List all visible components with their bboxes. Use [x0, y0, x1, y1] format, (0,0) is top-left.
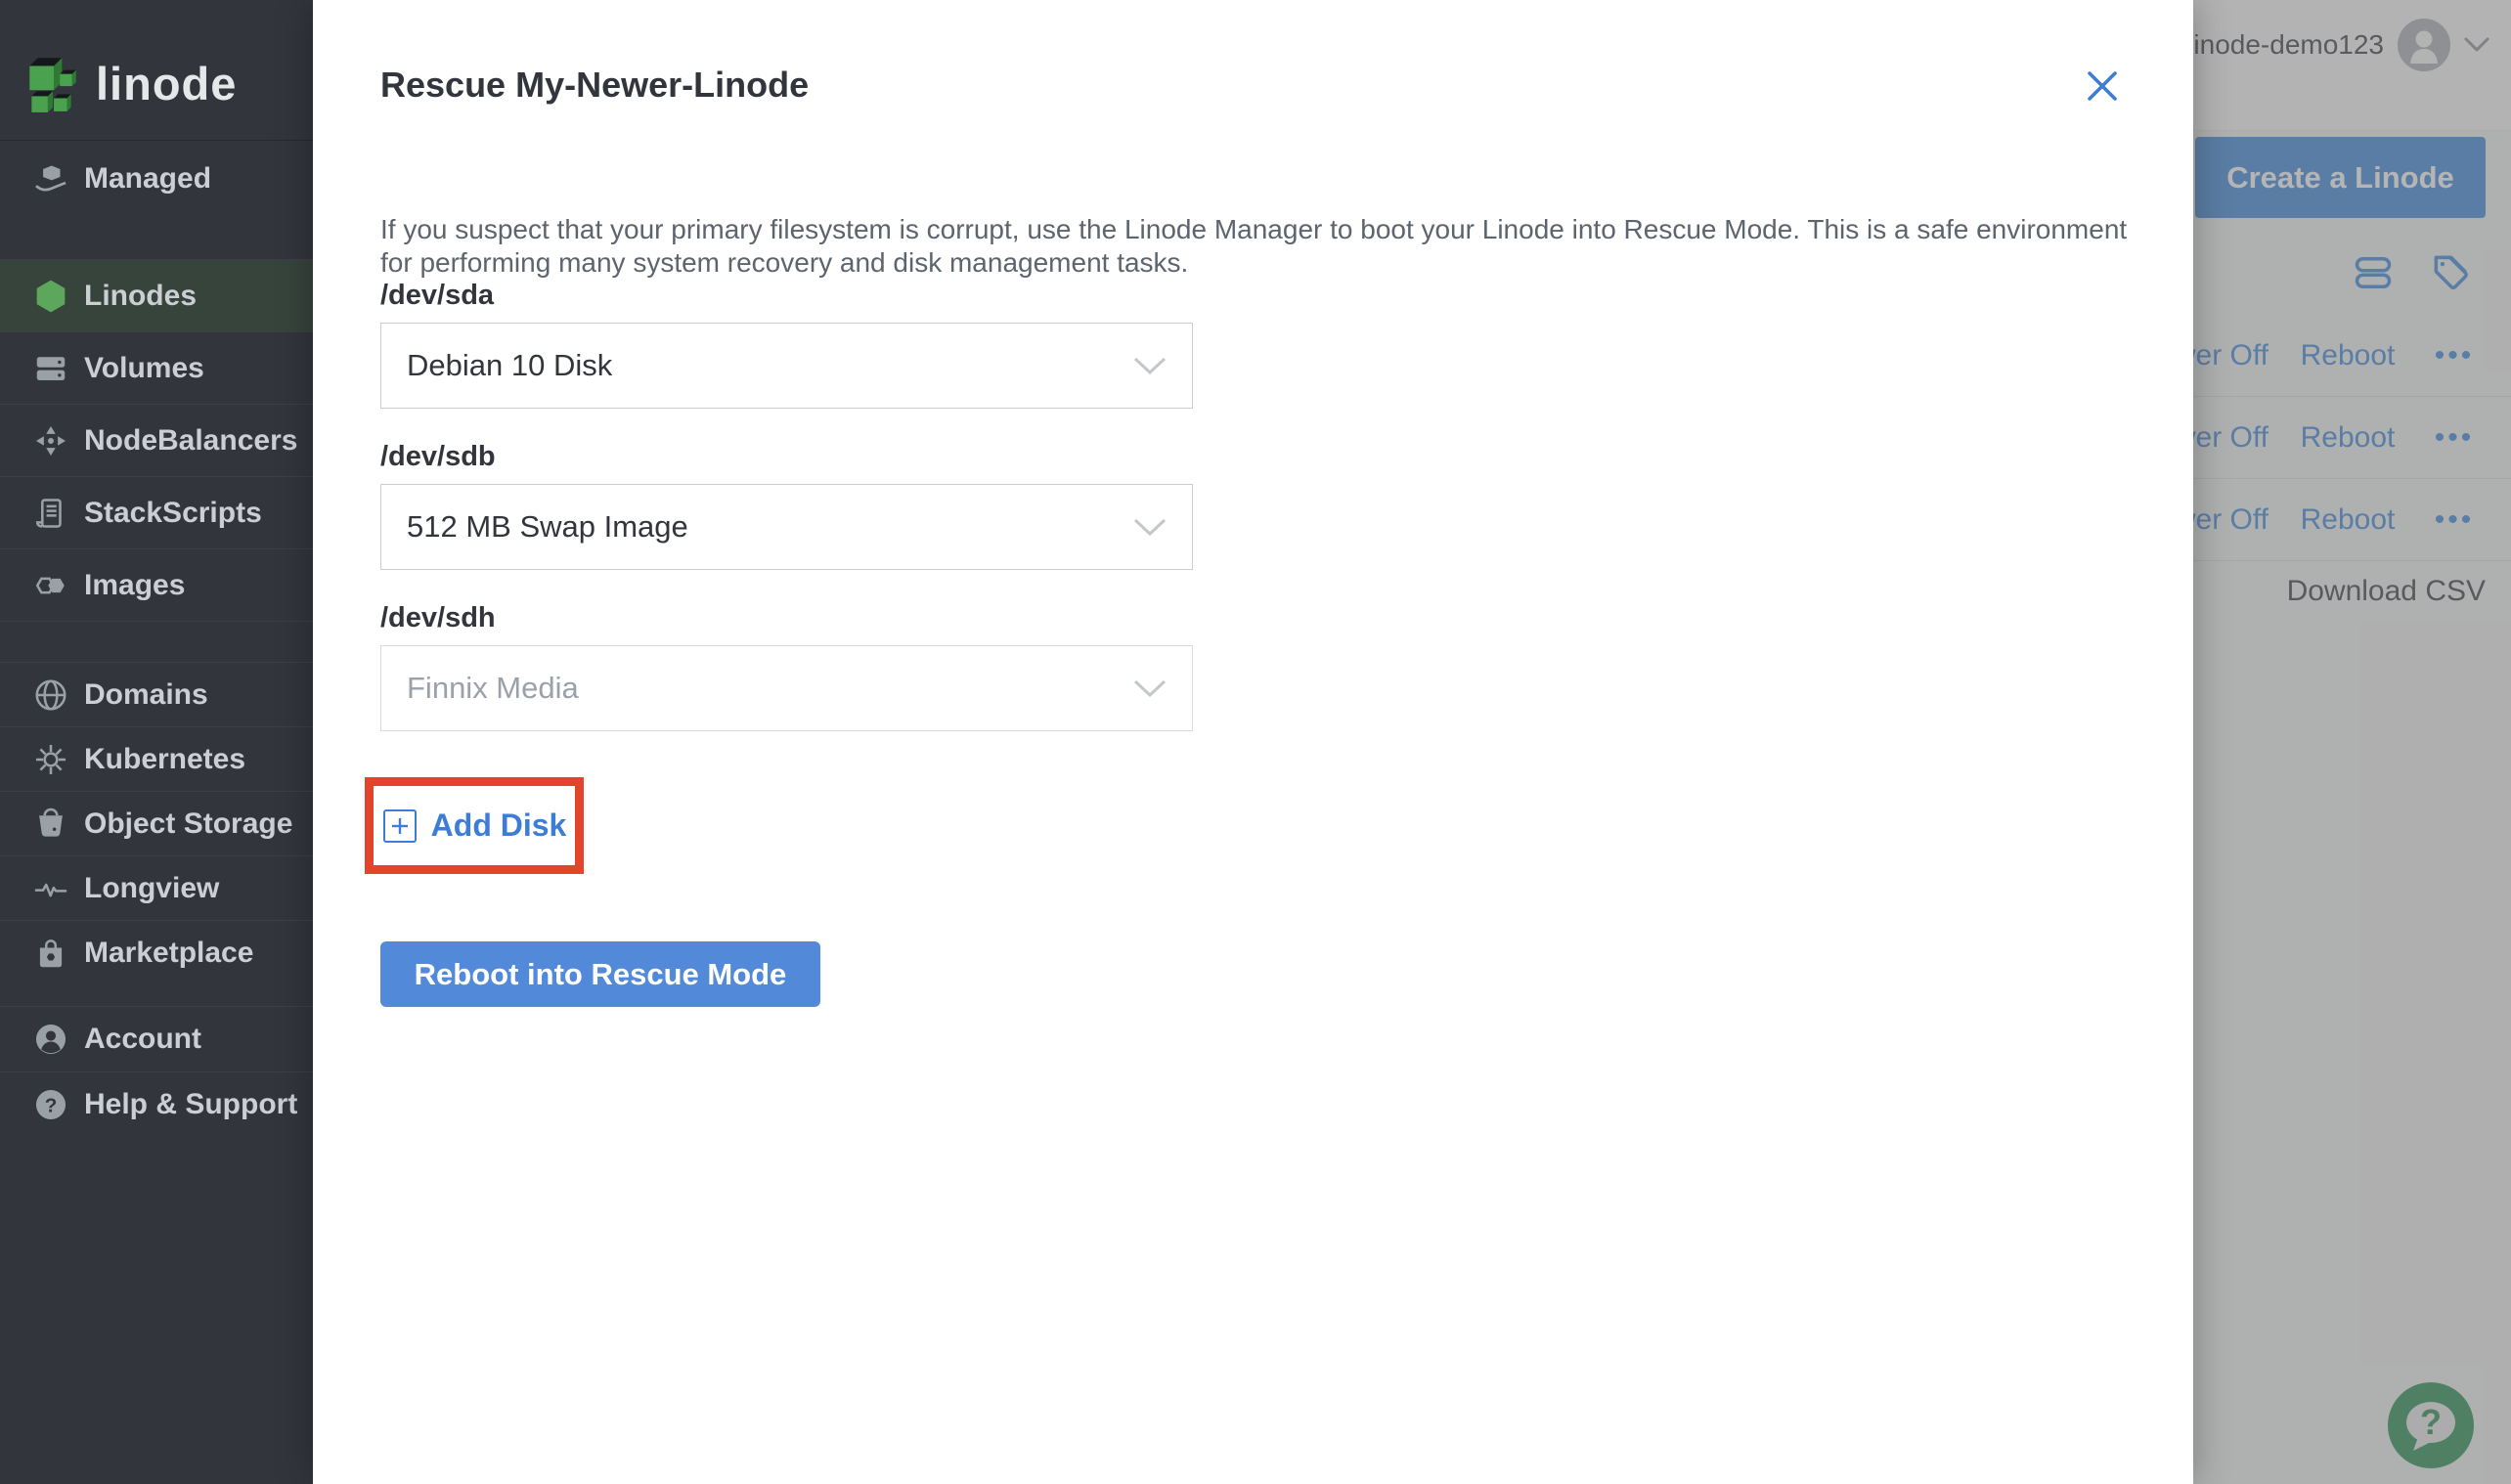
sidebar-item-nodebalancers[interactable]: NodeBalancers [0, 404, 313, 476]
longview-icon [29, 867, 72, 910]
sidebar-item-label: Images [84, 568, 186, 601]
divider [0, 140, 313, 141]
plus-square-icon[interactable] [382, 808, 418, 844]
dev-sdh-label: /dev/sdh [380, 602, 496, 633]
sidebar-item-label: Kubernetes [84, 742, 246, 775]
sidebar-item-account[interactable]: Account [0, 1007, 313, 1071]
sidebar-item-help-support[interactable]: ? Help & Support [0, 1071, 313, 1136]
linode-logo[interactable]: linode [0, 0, 313, 139]
nodebalancers-icon [29, 419, 72, 462]
marketplace-icon [29, 932, 72, 975]
rescue-modal: Rescue My-Newer-Linode If you suspect th… [313, 0, 2193, 1484]
chevron-down-icon [1133, 357, 1167, 374]
account-icon [29, 1018, 72, 1061]
dev-sda-label: /dev/sda [380, 280, 495, 311]
dev-sda-value: Debian 10 Disk [407, 348, 613, 382]
sidebar-item-managed[interactable]: Managed [0, 145, 313, 213]
close-icon[interactable] [2085, 68, 2120, 104]
sidebar-item-label: StackScripts [84, 496, 262, 529]
sidebar-item-marketplace[interactable]: Marketplace [0, 920, 313, 984]
modal-title: Rescue My-Newer-Linode [380, 65, 810, 105]
dev-sdh-value: Finnix Media [407, 671, 579, 705]
sidebar-item-label: Marketplace [84, 936, 254, 969]
linode-logo-icon [23, 52, 80, 114]
dev-sdh-select[interactable]: Finnix Media [380, 645, 1193, 731]
help-icon: ? [29, 1083, 72, 1126]
sidebar-item-label: Volumes [84, 351, 204, 384]
reboot-into-rescue-mode-button[interactable]: Reboot into Rescue Mode [380, 941, 820, 1007]
sidebar-item-linodes[interactable]: Linodes [0, 259, 313, 331]
add-disk-button[interactable]: Add Disk [431, 807, 567, 844]
volumes-icon [29, 347, 72, 390]
sidebar-item-stackscripts[interactable]: StackScripts [0, 476, 313, 548]
sidebar: linode Managed Linodes Volumes NodeBalan… [0, 0, 313, 1484]
sidebar-item-object-storage[interactable]: Object Storage [0, 791, 313, 855]
sidebar-item-kubernetes[interactable]: Kubernetes [0, 726, 313, 791]
sidebar-item-label: Managed [84, 162, 212, 195]
dev-sdb-value: 512 MB Swap Image [407, 509, 688, 544]
chevron-down-icon [1133, 679, 1167, 697]
add-disk-highlight: Add Disk [365, 777, 584, 874]
sidebar-item-domains[interactable]: Domains [0, 662, 313, 726]
linodes-icon [29, 275, 72, 318]
svg-text:?: ? [45, 1094, 58, 1116]
stackscripts-icon [29, 492, 72, 535]
object-storage-icon [29, 803, 72, 846]
dev-sdb-select[interactable]: 512 MB Swap Image [380, 484, 1193, 570]
domains-icon [29, 674, 72, 717]
sidebar-item-label: Domains [84, 677, 208, 711]
modal-description: If you suspect that your primary filesys… [380, 214, 2128, 278]
dev-sda-select[interactable]: Debian 10 Disk [380, 323, 1193, 409]
linode-logo-text: linode [96, 57, 238, 109]
sidebar-item-label: Help & Support [84, 1087, 298, 1120]
dev-sdb-label: /dev/sdb [380, 441, 496, 472]
chevron-down-icon [1133, 518, 1167, 536]
kubernetes-icon [29, 738, 72, 781]
sidebar-item-label: NodeBalancers [84, 423, 298, 457]
sidebar-item-longview[interactable]: Longview [0, 855, 313, 920]
sidebar-item-label: Account [84, 1023, 201, 1055]
sidebar-item-label: Linodes [84, 279, 198, 312]
sidebar-item-images[interactable]: Images [0, 548, 313, 621]
sidebar-item-volumes[interactable]: Volumes [0, 331, 313, 404]
managed-icon [29, 157, 72, 200]
images-icon [29, 564, 72, 607]
divider [0, 621, 313, 622]
sidebar-item-label: Object Storage [84, 807, 293, 840]
sidebar-item-label: Longview [84, 871, 220, 904]
